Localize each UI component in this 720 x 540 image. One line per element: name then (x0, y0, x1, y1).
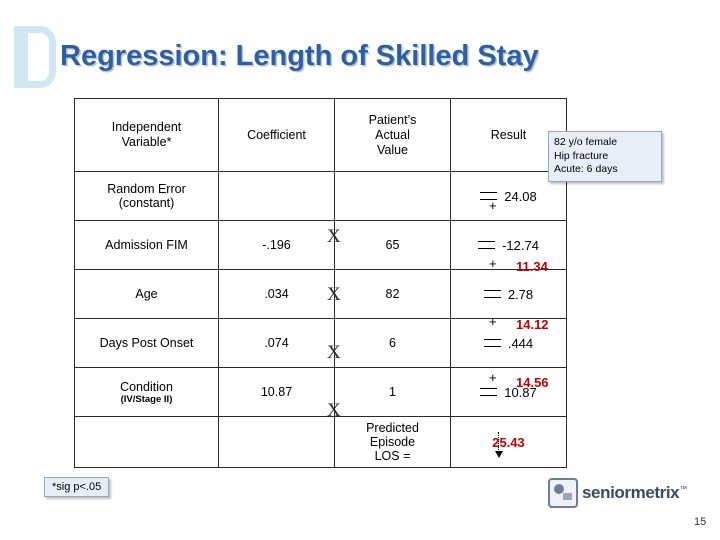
cell-result-condition: 10.87 (450, 367, 567, 417)
cell-patient-value-admission-fim: 65 (334, 220, 451, 270)
down-arrow-icon (494, 432, 504, 462)
cell-coefficient-admission-fim: -.196 (218, 220, 335, 270)
cell-footer-blank-1 (74, 416, 219, 468)
header-cell-coefficient: Coefficient (218, 98, 335, 172)
cell-footer-total: 25.43 (450, 416, 567, 468)
table-row: Random Error (constant) 24.08 (74, 171, 567, 221)
cell-footer-label: Predicted Episode LOS = (334, 416, 451, 468)
table-header-row: Independent Variable* Coefficient Patien… (74, 98, 567, 172)
running-total-2: 14.12 (516, 317, 549, 332)
brand-name: seniormetrix™ (582, 483, 687, 502)
cell-patient-value-random-error (334, 171, 451, 221)
equals-icon (478, 240, 496, 251)
cell-coefficient-age: .034 (218, 269, 335, 319)
seniormetrix-mark-icon (548, 478, 578, 508)
brand-logo: seniormetrix™ (548, 478, 687, 508)
table-footer-row: Predicted Episode LOS = 25.43 (74, 416, 567, 468)
multiply-icon-days-post-onset: X (327, 342, 341, 363)
header-cell-patient-value: Patient’s Actual Value (334, 98, 451, 172)
plus-icon-4: + (489, 370, 497, 385)
cell-variable-admission-fim: Admission FIM (74, 220, 219, 270)
table-row: Age .034 82 2.78 (74, 269, 567, 319)
equals-icon (483, 289, 501, 300)
cell-variable-days-post-onset: Days Post Onset (74, 318, 219, 368)
running-total-1: 11.34 (516, 259, 548, 274)
plus-icon-1: + (489, 198, 497, 213)
multiply-icon-admission-fim: X (327, 226, 341, 247)
cell-patient-value-age: 82 (334, 269, 451, 319)
patient-callout: 82 y/o female Hip fracture Acute: 6 days (548, 131, 662, 182)
plus-icon-2: + (489, 256, 497, 271)
cell-result-age: 2.78 (450, 269, 567, 319)
running-total-3: 14.56 (516, 375, 549, 390)
cell-variable-age: Age (74, 269, 219, 319)
cell-variable-condition: Condition (IV/Stage II) (74, 367, 219, 417)
cell-patient-value-days-post-onset: 6 (334, 318, 451, 368)
cell-coefficient-days-post-onset: .074 (218, 318, 335, 368)
bracket-logo-icon (14, 26, 56, 88)
cell-coefficient-random-error (218, 171, 335, 221)
significance-note: *sig p<.05 (44, 477, 110, 497)
equals-icon (483, 338, 501, 349)
page-title: Regression: Length of Skilled Stay (60, 40, 539, 72)
cell-variable-random-error: Random Error (constant) (74, 171, 219, 221)
equals-icon (480, 387, 498, 398)
cell-coefficient-condition: 10.87 (218, 367, 335, 417)
multiply-icon-condition: X (327, 400, 341, 421)
slide-canvas: Regression: Length of Skilled Stay Indep… (0, 0, 720, 540)
cell-footer-blank-2 (218, 416, 335, 468)
plus-icon-3: + (489, 314, 497, 329)
regression-table: Independent Variable* Coefficient Patien… (74, 98, 567, 468)
multiply-icon-age: X (327, 284, 341, 305)
header-cell-variable: Independent Variable* (74, 98, 219, 172)
cell-patient-value-condition: 1 (334, 367, 451, 417)
cell-result-days-post-onset: .444 (450, 318, 567, 368)
cell-result-admission-fim: -12.74 (450, 220, 567, 270)
page-number: 15 (694, 516, 707, 528)
